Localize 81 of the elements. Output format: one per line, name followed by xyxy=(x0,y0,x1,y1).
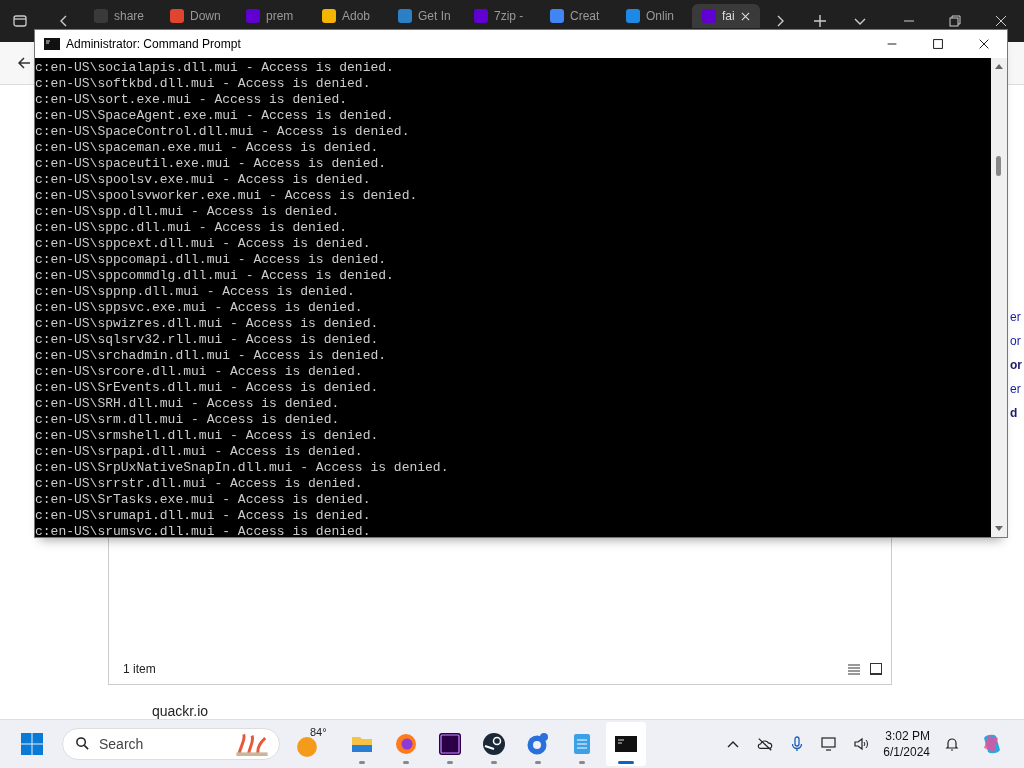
temperature: 84° xyxy=(310,726,327,738)
network-icon[interactable] xyxy=(821,736,838,752)
browser-tab[interactable]: fai xyxy=(692,4,760,28)
console-line: c:en-US\srumsvc.dll.mui - Access is denied. xyxy=(35,524,372,537)
browser-tab[interactable]: prem xyxy=(236,4,312,28)
page-text: d xyxy=(1010,405,1019,421)
console-line: c:en-US\sppsvc.exe.mui - Access is denied. xyxy=(35,300,364,316)
console-line: c:en-US\SpaceControl.dll.mui - Access is denied. xyxy=(35,124,411,140)
details-view-icon[interactable] xyxy=(847,662,861,676)
new-tab-icon[interactable] xyxy=(812,13,828,29)
coral-icon xyxy=(234,732,270,756)
console-line: c:en-US\spoolsvworker.exe.mui - Access is denied. xyxy=(35,188,419,204)
console-line: c:en-US\srumapi.dll.mui - Access is denied. xyxy=(35,508,372,524)
close-icon[interactable] xyxy=(977,37,991,51)
tiles-view-icon[interactable] xyxy=(869,662,883,676)
console-line: c:en-US\socialapis.dll.mui - Access is denied. xyxy=(35,60,395,76)
restore-icon[interactable] xyxy=(947,13,963,29)
console-line: c:en-US\SrpUxNativeSnapIn.dll.mui - Access is denied. xyxy=(35,460,450,476)
window-title: Administrator: Command Prompt xyxy=(66,37,241,51)
console-line: c:en-US\srcore.dll.mui - Access is denied. xyxy=(35,364,364,380)
console-line: c:en-US\spwizres.dll.mui - Access is denied. xyxy=(35,316,380,332)
cloud-off-icon[interactable] xyxy=(757,736,774,752)
search-field[interactable]: Search xyxy=(62,728,280,760)
clock[interactable]: 3:02 PM 6/1/2024 xyxy=(883,728,930,760)
start-icon[interactable] xyxy=(20,732,44,756)
console-line: c:en-US\SpaceAgent.exe.mui - Access is denied. xyxy=(35,108,395,124)
page-text: er xyxy=(1010,381,1022,397)
browser-tab[interactable]: 7zip - xyxy=(464,4,540,28)
item-count: 1 item xyxy=(123,662,156,676)
console-line: c:en-US\srm.dll.mui - Access is denied. xyxy=(35,412,341,428)
maximize-icon[interactable] xyxy=(931,37,945,51)
premiere-icon xyxy=(438,732,462,756)
firefox-icon xyxy=(394,732,418,756)
date: 6/1/2024 xyxy=(883,744,930,760)
close-icon[interactable] xyxy=(740,11,750,21)
taskbar-app[interactable] xyxy=(606,722,646,766)
browser-tab[interactable]: Creat xyxy=(540,4,616,28)
console-line: c:en-US\SrEvents.dll.mui - Access is denied. xyxy=(35,380,380,396)
bell-icon[interactable] xyxy=(944,736,960,752)
console-line: c:en-US\sqlsrv32.rll.mui - Access is denied. xyxy=(35,332,380,348)
scrollbar[interactable] xyxy=(991,58,1007,537)
console-line: c:en-US\sppc.dll.mui - Access is denied. xyxy=(35,220,349,236)
search-icon xyxy=(75,736,90,751)
site-label: quackr.io xyxy=(152,703,209,719)
browser-tab[interactable]: Get In xyxy=(388,4,464,28)
console-line: c:en-US\SRH.dll.mui - Access is denied. xyxy=(35,396,341,412)
close-icon[interactable] xyxy=(993,13,1009,29)
console-line: c:en-US\spp.dll.mui - Access is denied. xyxy=(35,204,341,220)
sun-icon xyxy=(296,736,318,758)
console-line: c:en-US\sppcext.dll.mui - Access is denied. xyxy=(35,236,372,252)
console-line: c:en-US\softkbd.dll.mui - Access is denied. xyxy=(35,76,372,92)
console-line: c:en-US\spaceutil.exe.mui - Access is denied. xyxy=(35,156,388,172)
console-line: c:en-US\SrTasks.exe.mui - Access is denied. xyxy=(35,492,372,508)
console-line: c:en-US\spaceman.exe.mui - Access is denied. xyxy=(35,140,380,156)
console-line: c:en-US\srchadmin.dll.mui - Access is denied. xyxy=(35,348,388,364)
browser-tab[interactable]: share xyxy=(84,4,160,28)
console-line: c:en-US\sppcommdlg.dll.mui - Access is denied. xyxy=(35,268,395,284)
console-line: c:en-US\sort.exe.mui - Access is denied. xyxy=(35,92,349,108)
page-text: er xyxy=(1010,309,1022,325)
scroll-up-icon[interactable] xyxy=(994,62,1004,70)
weather-widget[interactable]: 84° xyxy=(296,726,326,762)
steam-icon xyxy=(482,732,506,756)
browser-icon xyxy=(526,732,550,756)
console-line: c:en-US\srmshell.dll.mui - Access is denied. xyxy=(35,428,380,444)
browser-tab[interactable]: Adob xyxy=(312,4,388,28)
console-line: c:en-US\srrstr.dll.mui - Access is denied. xyxy=(35,476,364,492)
browser-tab[interactable]: Down xyxy=(160,4,236,28)
page-text: or xyxy=(1010,357,1022,373)
console-line: c:en-US\sppcomapi.dll.mui - Access is denied. xyxy=(35,252,388,268)
browser-tab[interactable]: Onlin xyxy=(616,4,692,28)
scroll-thumb[interactable] xyxy=(996,156,1001,176)
time: 3:02 PM xyxy=(885,728,930,744)
console-line: c:en-US\sppnp.dll.mui - Access is denied. xyxy=(35,284,356,300)
console-line: c:en-US\spoolsv.exe.mui - Access is denied. xyxy=(35,172,372,188)
console-icon xyxy=(44,38,60,50)
console-line: c:en-US\srpapi.dll.mui - Access is denied. xyxy=(35,444,364,460)
speaker-icon[interactable] xyxy=(853,736,870,752)
back-icon[interactable] xyxy=(16,55,32,71)
tab-actions-icon[interactable] xyxy=(12,13,28,29)
scroll-down-icon[interactable] xyxy=(994,525,1004,533)
page-text: or xyxy=(1010,333,1022,349)
